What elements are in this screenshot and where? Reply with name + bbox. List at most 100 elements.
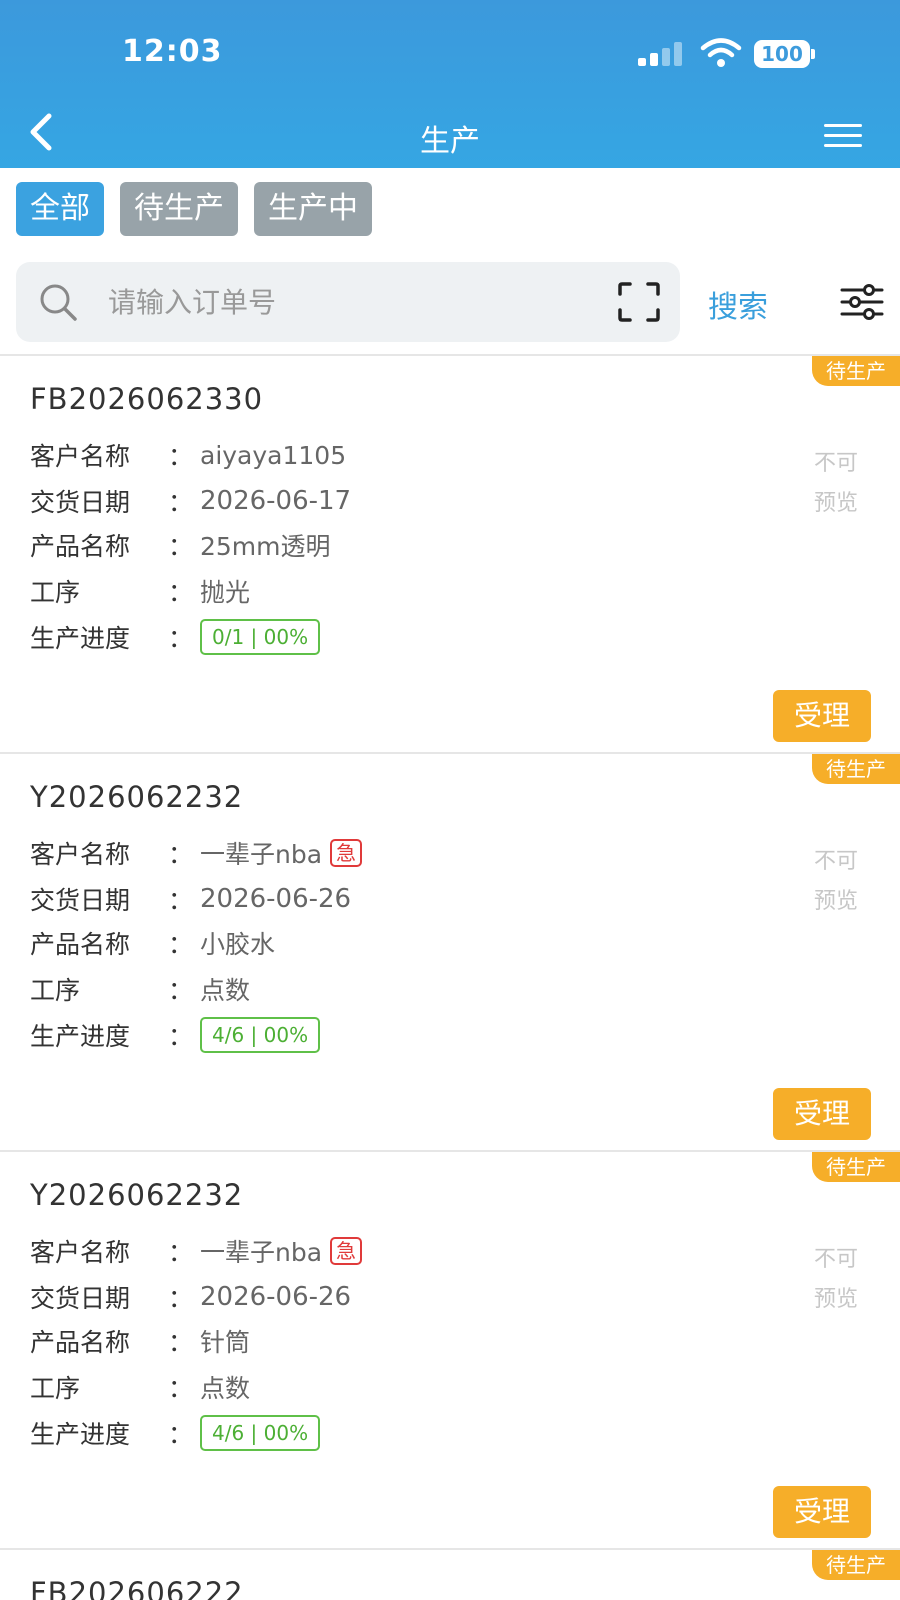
colon: ： <box>168 1420 194 1449</box>
customer-row: 客户名称 ： 一辈子nba 急 <box>30 836 363 870</box>
scan-icon[interactable] <box>618 282 660 322</box>
progress-label: 生产进度 <box>30 1420 131 1449</box>
process-label: 工序 <box>30 578 81 607</box>
menu-icon[interactable] <box>824 124 864 150</box>
preview-unavailable: 不可 预览 <box>814 1240 874 1320</box>
process-value: 抛光 <box>200 578 251 607</box>
progress-row: 生产进度 ： 4/6 | 00% <box>30 1017 321 1053</box>
delivery-date-row: 交货日期 ： 2026-06-17 <box>30 484 351 518</box>
progress-badge: 0/1 | 00% <box>200 619 321 655</box>
delivery-date-label: 交货日期 <box>30 886 131 915</box>
colon: ： <box>168 886 194 915</box>
accept-button[interactable]: 受理 <box>773 1486 871 1538</box>
colon: ： <box>168 1374 194 1403</box>
product-label: 产品名称 <box>30 532 131 561</box>
search-button[interactable]: 搜索 <box>708 282 768 326</box>
delivery-date-value: 2026-06-26 <box>200 884 352 914</box>
delivery-date-row: 交货日期 ： 2026-06-26 <box>30 1280 351 1314</box>
customer-label: 客户名称 <box>30 442 131 471</box>
product-value: 小胶水 <box>200 930 276 959</box>
product-label: 产品名称 <box>30 1328 131 1357</box>
customer-row: 客户名称 ： 一辈子nba 急 <box>30 1234 363 1268</box>
colon: ： <box>168 1328 194 1357</box>
status-time: 12:03 <box>122 34 223 69</box>
preview-line: 预览 <box>814 1287 859 1312</box>
status-filter-tabs: 全部 待生产 生产中 <box>16 182 372 236</box>
colon: ： <box>168 578 194 607</box>
customer-value: 一辈子nba <box>200 840 323 869</box>
process-value: 点数 <box>200 976 251 1005</box>
progress-label: 生产进度 <box>30 624 131 653</box>
process-row: 工序 ： 点数 <box>30 1370 250 1404</box>
wifi-icon <box>700 38 742 67</box>
preview-line: 不可 <box>814 451 859 476</box>
tab-in-production[interactable]: 生产中 <box>254 182 372 236</box>
colon: ： <box>168 1238 194 1267</box>
order-number: FB2026062330 <box>30 382 264 416</box>
app-header: 12:03 100 生产 <box>0 0 900 168</box>
order-card[interactable]: 待生产 FB202606222 <box>0 1550 900 1600</box>
colon: ： <box>168 1022 194 1051</box>
colon: ： <box>168 624 194 653</box>
urgent-badge: 急 <box>330 839 363 867</box>
customer-row: 客户名称 ： aiyaya1105 <box>30 438 346 472</box>
progress-badge: 4/6 | 00% <box>200 1415 321 1451</box>
accept-button[interactable]: 受理 <box>773 1088 871 1140</box>
order-number: FB202606222 <box>30 1576 244 1600</box>
preview-line: 不可 <box>814 849 859 874</box>
customer-value: 一辈子nba <box>200 1238 323 1267</box>
progress-label: 生产进度 <box>30 1022 131 1051</box>
order-number-search-input[interactable] <box>108 282 588 322</box>
process-row: 工序 ： 点数 <box>30 972 250 1006</box>
order-card[interactable]: 待生产 FB2026062330 客户名称 ： aiyaya1105 交货日期 … <box>0 356 900 754</box>
status-tag: 待生产 <box>812 1550 900 1580</box>
preview-unavailable: 不可 预览 <box>814 842 874 922</box>
process-row: 工序 ： 抛光 <box>30 574 250 608</box>
status-tag: 待生产 <box>812 754 900 784</box>
urgent-badge: 急 <box>330 1237 363 1265</box>
product-label: 产品名称 <box>30 930 131 959</box>
order-card[interactable]: 待生产 Y2026062232 客户名称 ： 一辈子nba 急 交货日期 ： 2… <box>0 754 900 1152</box>
page-title: 生产 <box>420 124 480 159</box>
tab-pending-production[interactable]: 待生产 <box>120 182 238 236</box>
order-number: Y2026062232 <box>30 780 244 814</box>
filter-settings-icon[interactable] <box>840 284 884 320</box>
preview-line: 预览 <box>814 491 859 516</box>
order-list: 待生产 FB2026062330 客户名称 ： aiyaya1105 交货日期 … <box>0 356 900 1600</box>
process-label: 工序 <box>30 1374 81 1403</box>
delivery-date-row: 交货日期 ： 2026-06-26 <box>30 882 351 916</box>
delivery-date-label: 交货日期 <box>30 488 131 517</box>
search-icon <box>40 284 77 321</box>
colon: ： <box>168 930 194 959</box>
process-label: 工序 <box>30 976 81 1005</box>
product-value: 25mm透明 <box>200 532 331 561</box>
customer-value: aiyaya1105 <box>200 440 347 470</box>
customer-label: 客户名称 <box>30 840 131 869</box>
accept-button[interactable]: 受理 <box>773 690 871 742</box>
process-value: 点数 <box>200 1374 251 1403</box>
customer-label: 客户名称 <box>30 1238 131 1267</box>
preview-line: 预览 <box>814 889 859 914</box>
colon: ： <box>168 1284 194 1313</box>
delivery-date-label: 交货日期 <box>30 1284 131 1313</box>
search-bar <box>16 262 680 342</box>
tab-all[interactable]: 全部 <box>16 182 104 236</box>
order-card[interactable]: 待生产 Y2026062232 客户名称 ： 一辈子nba 急 交货日期 ： 2… <box>0 1152 900 1550</box>
preview-line: 不可 <box>814 1247 859 1272</box>
colon: ： <box>168 442 194 471</box>
battery-level: 100 <box>754 40 810 68</box>
colon: ： <box>168 976 194 1005</box>
progress-badge: 4/6 | 00% <box>200 1017 321 1053</box>
delivery-date-value: 2026-06-17 <box>200 486 352 516</box>
colon: ： <box>168 532 194 561</box>
delivery-date-value: 2026-06-26 <box>200 1282 352 1312</box>
product-value: 针筒 <box>200 1328 251 1357</box>
progress-row: 生产进度 ： 0/1 | 00% <box>30 619 321 655</box>
product-row: 产品名称 ： 针筒 <box>30 1324 250 1358</box>
preview-unavailable: 不可 预览 <box>814 444 874 524</box>
colon: ： <box>168 840 194 869</box>
colon: ： <box>168 488 194 517</box>
product-row: 产品名称 ： 25mm透明 <box>30 528 331 562</box>
product-row: 产品名称 ： 小胶水 <box>30 926 275 960</box>
cellular-signal-icon <box>638 42 684 66</box>
